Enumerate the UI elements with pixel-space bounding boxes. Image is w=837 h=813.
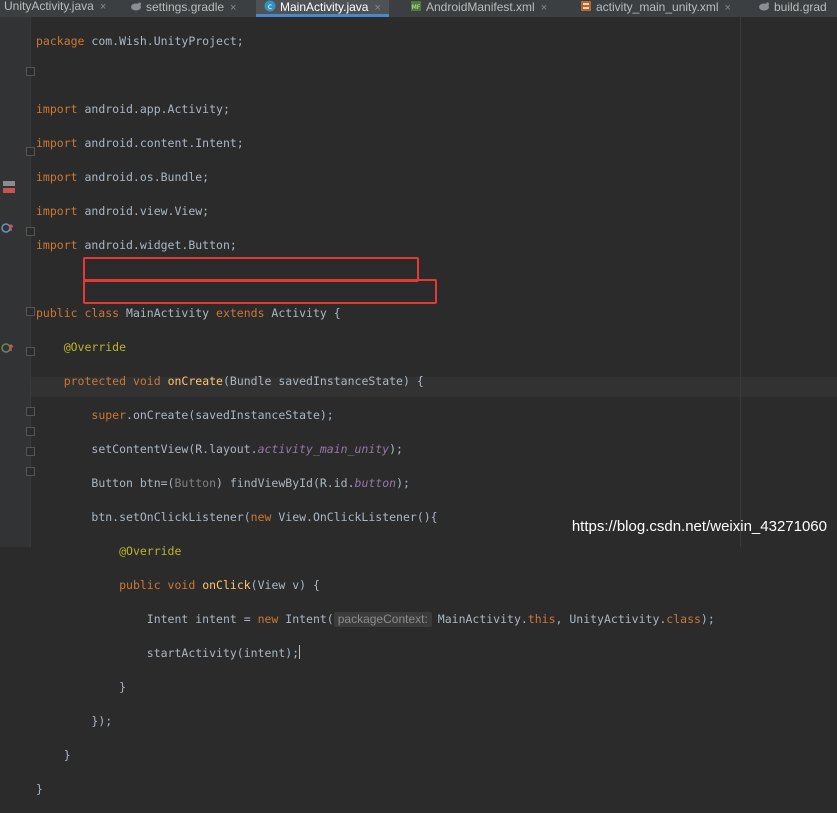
code-line[interactable]: package com.Wish.UnityProject;: [36, 31, 715, 51]
code-line[interactable]: }: [36, 745, 715, 765]
editor-tab-bar: UnityActivity.java × settings.gradle × c Ma…: [0, 0, 837, 17]
code-line[interactable]: protected void onCreate(Bundle savedInst…: [36, 371, 715, 391]
tab-label: build.grad: [774, 0, 827, 14]
code-line[interactable]: @Override: [36, 541, 715, 561]
tab-label: MainActivity.java: [280, 0, 369, 14]
manifest-icon: MF: [411, 1, 421, 11]
tab-activity-main-unity-xml[interactable]: activity_main_unity.xml ×: [580, 0, 731, 17]
gradle-icon: [131, 2, 141, 11]
close-icon[interactable]: ×: [100, 1, 106, 13]
gradle-icon: [759, 2, 769, 11]
close-icon[interactable]: ×: [724, 2, 730, 14]
code-line[interactable]: setContentView(R.layout.activity_main_un…: [36, 439, 715, 459]
right-margin-guide: [740, 17, 741, 547]
code-line[interactable]: startActivity(intent);: [36, 643, 715, 663]
close-icon[interactable]: ×: [230, 2, 236, 14]
code-line[interactable]: import android.widget.Button;: [36, 235, 715, 255]
tab-unityactivity[interactable]: UnityActivity.java ×: [4, 0, 106, 17]
override-gutter-icon[interactable]: [1, 222, 15, 234]
highlight-box-findviewbyid: [83, 279, 437, 304]
svg-text:MF: MF: [412, 4, 421, 11]
tab-androidmanifest[interactable]: MF AndroidManifest.xml ×: [410, 0, 547, 17]
parameter-hint: packageContext:: [333, 612, 432, 627]
code-line[interactable]: }: [36, 677, 715, 697]
code-line[interactable]: import android.content.Intent;: [36, 133, 715, 153]
close-icon[interactable]: ×: [541, 2, 547, 14]
code-line[interactable]: public class MainActivity extends Activi…: [36, 303, 715, 323]
code-line[interactable]: }: [36, 779, 715, 799]
code-line[interactable]: public void onClick(View v) {: [36, 575, 715, 595]
text-caret: [299, 645, 301, 659]
code-line[interactable]: import android.app.Activity;: [36, 99, 715, 119]
implements-gutter-icon[interactable]: [1, 342, 15, 354]
java-class-icon: c: [264, 0, 276, 12]
tab-label: AndroidManifest.xml: [426, 0, 535, 14]
tab-build-gradle[interactable]: build.grad: [758, 0, 827, 17]
code-line[interactable]: [36, 65, 715, 85]
tab-mainactivity[interactable]: c MainActivity.java ×: [256, 0, 389, 17]
code-line[interactable]: import android.os.Bundle;: [36, 167, 715, 187]
code-line[interactable]: });: [36, 711, 715, 731]
tab-label: settings.gradle: [146, 0, 225, 14]
tab-label: activity_main_unity.xml: [596, 0, 719, 14]
class-gutter-icon[interactable]: [2, 180, 16, 194]
code-line[interactable]: import android.view.View;: [36, 201, 715, 221]
line-gutter[interactable]: [0, 17, 35, 547]
code-line[interactable]: super.onCreate(savedInstanceState);: [36, 405, 715, 425]
svg-text:c: c: [268, 2, 272, 11]
close-icon[interactable]: ×: [374, 2, 380, 14]
tab-settings-gradle[interactable]: settings.gradle ×: [130, 0, 236, 17]
code-line[interactable]: @Override: [36, 337, 715, 357]
tab-label: UnityActivity.java: [4, 0, 94, 13]
watermark: https://blog.csdn.net/weixin_43271060: [571, 518, 827, 535]
code-content[interactable]: package com.Wish.UnityProject; import an…: [36, 17, 715, 813]
code-line[interactable]: Button btn=(Button) findViewById(R.id.bu…: [36, 473, 715, 493]
layout-xml-icon: [581, 1, 591, 11]
code-line[interactable]: Intent intent = new Intent(packageContex…: [36, 609, 715, 629]
